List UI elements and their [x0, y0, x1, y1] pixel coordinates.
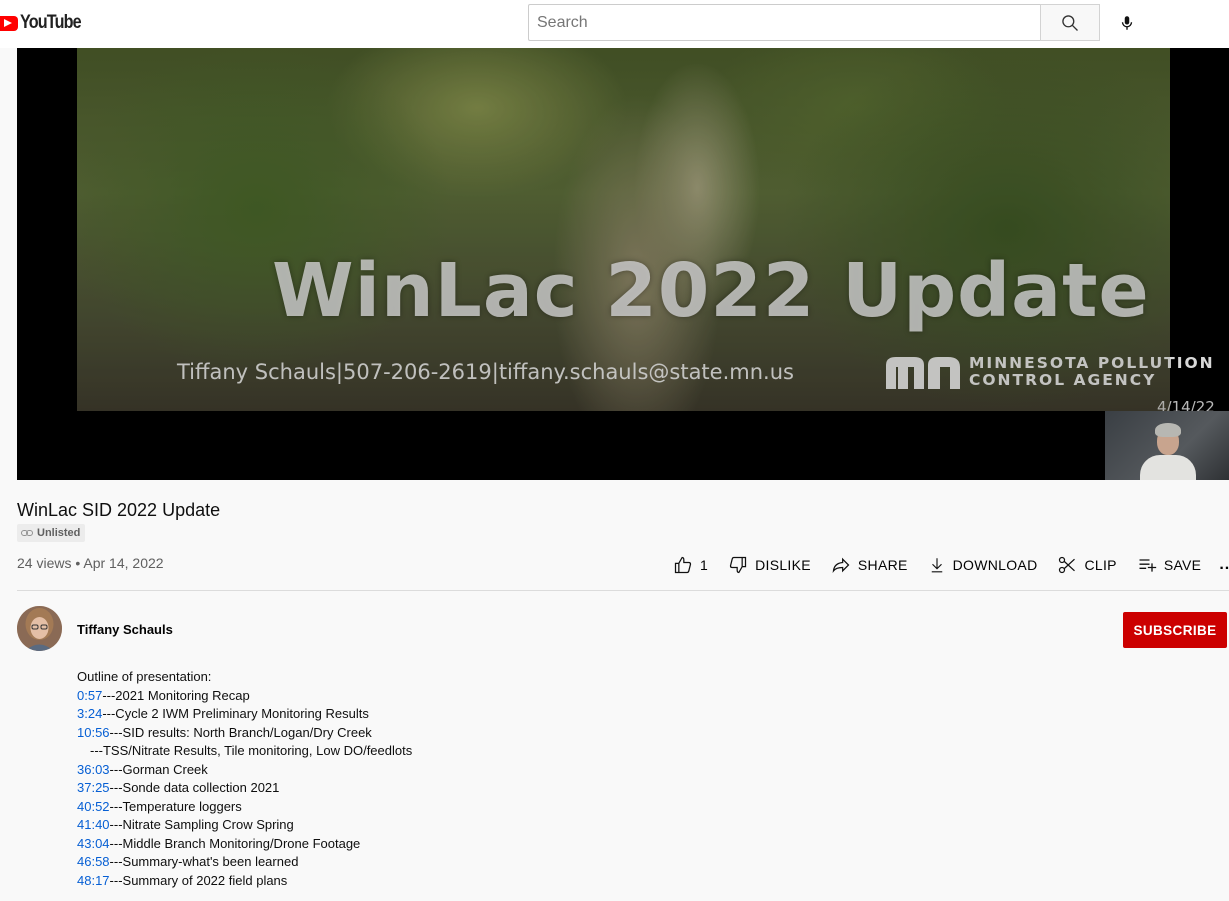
- mpca-org-name: MINNESOTA POLLUTION CONTROL AGENCY: [969, 355, 1215, 389]
- org-line-1: MINNESOTA POLLUTION: [969, 354, 1215, 372]
- video-player[interactable]: WinLac 2022 Update Tiffany Schauls|507-2…: [17, 48, 1229, 480]
- mpca-logo-icon: [886, 357, 960, 389]
- chapter-line: 37:25---Sonde data collection 2021: [77, 779, 412, 798]
- clip-label: CLIP: [1084, 557, 1117, 573]
- description-intro: Outline of presentation:: [77, 669, 212, 684]
- thumbs-up-icon: [674, 556, 692, 574]
- share-icon: [832, 557, 850, 574]
- chapter-line: 48:17---Summary of 2022 field plans: [77, 872, 412, 891]
- timestamp-link[interactable]: 37:25: [77, 780, 110, 795]
- visibility-badge: Unlisted: [17, 524, 86, 542]
- play-logo-icon: [0, 15, 18, 31]
- like-count: 1: [700, 557, 709, 573]
- share-label: SHARE: [857, 557, 908, 573]
- dislike-label: DISLIKE: [755, 557, 811, 573]
- video-meta: 24 views • Apr 14, 2022: [17, 555, 164, 571]
- action-bar: 1 DISLIKE SHARE DOWNLOAD CLIP SAVE ...: [673, 555, 1229, 575]
- chapter-line: 41:40---Nitrate Sampling Crow Spring: [77, 816, 412, 835]
- search-input[interactable]: [537, 13, 1032, 32]
- presenter-body: [1140, 455, 1196, 480]
- presenter-hair: [1155, 423, 1181, 437]
- link-icon: [21, 530, 33, 536]
- timestamp-link[interactable]: 0:57: [77, 688, 102, 703]
- chapter-line: 3:24---Cycle 2 IWM Preliminary Monitorin…: [77, 705, 412, 724]
- chapter-line: 46:58---Summary-what's been learned: [77, 853, 412, 872]
- search-button[interactable]: [1040, 4, 1100, 41]
- org-line-2: CONTROL AGENCY: [969, 371, 1157, 389]
- chapter-text: ---TSS/Nitrate Results, Tile monitoring,…: [90, 743, 413, 758]
- chapter-text: ---Gorman Creek: [109, 761, 208, 777]
- like-button[interactable]: 1: [673, 555, 708, 575]
- voice-search-button[interactable]: [1108, 4, 1145, 41]
- chapter-line: 0:57---2021 Monitoring Recap: [77, 687, 412, 706]
- playlist-add-icon: [1139, 559, 1156, 572]
- channel-name[interactable]: Tiffany Schauls: [77, 622, 173, 637]
- timestamp-link[interactable]: 3:24: [77, 706, 102, 721]
- presenter-webcam: [1105, 411, 1229, 480]
- video-overlay-title: WinLac 2022 Update: [272, 248, 1150, 334]
- chapter-text: ---Temperature loggers: [109, 798, 242, 814]
- chapter-line: 36:03---Gorman Creek: [77, 761, 412, 780]
- search-box: [528, 4, 1040, 41]
- logo-text: YouTube: [20, 12, 82, 33]
- more-actions-button[interactable]: ...: [1219, 556, 1229, 574]
- save-button[interactable]: SAVE: [1137, 555, 1202, 575]
- chapter-text: ---Cycle 2 IWM Preliminary Monitoring Re…: [102, 706, 369, 721]
- timestamp-link[interactable]: 10:56: [77, 725, 110, 740]
- chapter-line: 10:56---SID results: North Branch/Logan/…: [77, 724, 412, 743]
- dislike-button[interactable]: DISLIKE: [728, 555, 811, 575]
- chapter-text: ---Nitrate Sampling Crow Spring: [109, 817, 294, 832]
- timestamp-link[interactable]: 48:17: [77, 873, 110, 888]
- chapter-text: ---SID results: North Branch/Logan/Dry C…: [109, 724, 372, 740]
- share-button[interactable]: SHARE: [831, 555, 908, 575]
- video-frame: WinLac 2022 Update Tiffany Schauls|507-2…: [77, 48, 1215, 416]
- timestamp-link[interactable]: 41:40: [77, 817, 110, 832]
- timestamp-link[interactable]: 40:52: [77, 799, 110, 814]
- timestamp-link[interactable]: 43:04: [77, 836, 110, 851]
- download-icon: [931, 558, 942, 573]
- chapter-line: 43:04---Middle Branch Monitoring/Drone F…: [77, 835, 412, 854]
- video-info: WinLac SID 2022 Update Unlisted 24 views…: [17, 500, 1229, 574]
- microphone-icon: [1121, 15, 1132, 30]
- video-title: WinLac SID 2022 Update: [17, 500, 221, 520]
- youtube-logo[interactable]: YouTube: [0, 11, 91, 35]
- download-button[interactable]: DOWNLOAD: [928, 555, 1038, 575]
- timestamp-link[interactable]: 46:58: [77, 854, 110, 869]
- chapter-text: ---2021 Monitoring Recap: [102, 687, 250, 703]
- channel-avatar[interactable]: [17, 606, 62, 651]
- chapter-subline: ---TSS/Nitrate Results, Tile monitoring,…: [77, 742, 412, 761]
- save-label: SAVE: [1163, 557, 1202, 573]
- chapter-text: ---Summary-what's been learned: [109, 854, 299, 869]
- timestamp-link[interactable]: 36:03: [77, 762, 110, 777]
- video-description: Outline of presentation: 0:57---2021 Mon…: [77, 668, 412, 890]
- thumbs-down-icon: [729, 556, 747, 574]
- avatar-image: [17, 606, 62, 651]
- search-icon: [1062, 14, 1078, 31]
- section-divider: [17, 590, 1229, 591]
- masthead: YouTube: [0, 0, 1229, 48]
- chapter-text: ---Middle Branch Monitoring/Drone Footag…: [109, 835, 361, 851]
- subscribe-button[interactable]: SUBSCRIBE: [1123, 612, 1227, 648]
- chapter-line: 40:52---Temperature loggers: [77, 798, 412, 817]
- download-label: DOWNLOAD: [952, 557, 1038, 573]
- chapter-text: ---Sonde data collection 2021: [109, 780, 280, 795]
- clip-button[interactable]: CLIP: [1057, 555, 1117, 575]
- video-overlay-contact: Tiffany Schauls|507-206-2619|tiffany.sch…: [177, 360, 794, 384]
- visibility-label: Unlisted: [37, 527, 81, 539]
- chapter-text: ---Summary of 2022 field plans: [109, 872, 288, 888]
- scissors-icon: [1059, 556, 1076, 574]
